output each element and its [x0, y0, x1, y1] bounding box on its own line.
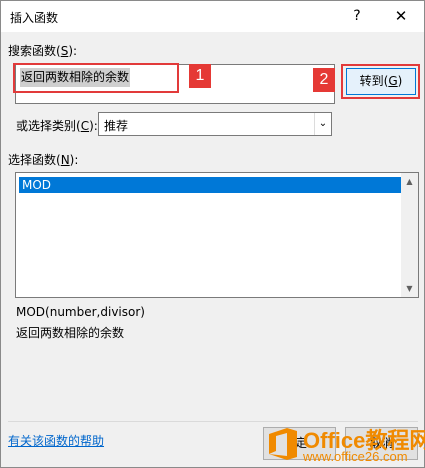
close-button[interactable]: ✕	[384, 2, 418, 31]
watermark-url: www.office26.com	[303, 449, 408, 464]
function-help-link[interactable]: 有关该函数的帮助	[8, 432, 104, 449]
category-select[interactable]: 推荐 ⌄	[98, 112, 332, 136]
scroll-up-icon[interactable]: ▲	[401, 173, 418, 190]
callout-highlight-search	[13, 63, 179, 93]
function-list[interactable]: MOD ▲ ▼	[15, 172, 419, 298]
callout-badge-1: 1	[189, 64, 211, 88]
callout-badge-2: 2	[313, 68, 335, 92]
goto-button[interactable]: 转到(G)	[346, 68, 416, 95]
title-bar: 插入函数 ? ✕	[1, 1, 424, 32]
watermark: Office教程网 www.office26.com	[263, 417, 425, 468]
function-list-label: 选择函数(N):	[8, 153, 79, 167]
question-icon: ?	[353, 8, 361, 24]
chevron-down-icon[interactable]: ⌄	[314, 113, 331, 135]
scroll-down-icon[interactable]: ▼	[401, 280, 418, 297]
category-selected-value: 推荐	[104, 119, 129, 133]
insert-function-dialog: 插入函数 ? ✕ 搜索函数(S): 返回两数相除的余数 1 2 转到(G) 或选…	[0, 0, 425, 468]
help-button[interactable]: ?	[342, 2, 372, 31]
close-icon: ✕	[394, 7, 408, 25]
office-logo-icon	[269, 428, 297, 460]
dialog-title: 插入函数	[10, 11, 59, 25]
function-signature: MOD(number,divisor)	[16, 305, 145, 319]
list-item-mod[interactable]: MOD	[19, 177, 401, 193]
category-label: 或选择类别(C):	[16, 119, 98, 133]
function-description: 返回两数相除的余数	[16, 326, 125, 340]
search-label: 搜索函数(S):	[8, 44, 78, 58]
list-scrollbar[interactable]: ▲ ▼	[401, 173, 418, 297]
